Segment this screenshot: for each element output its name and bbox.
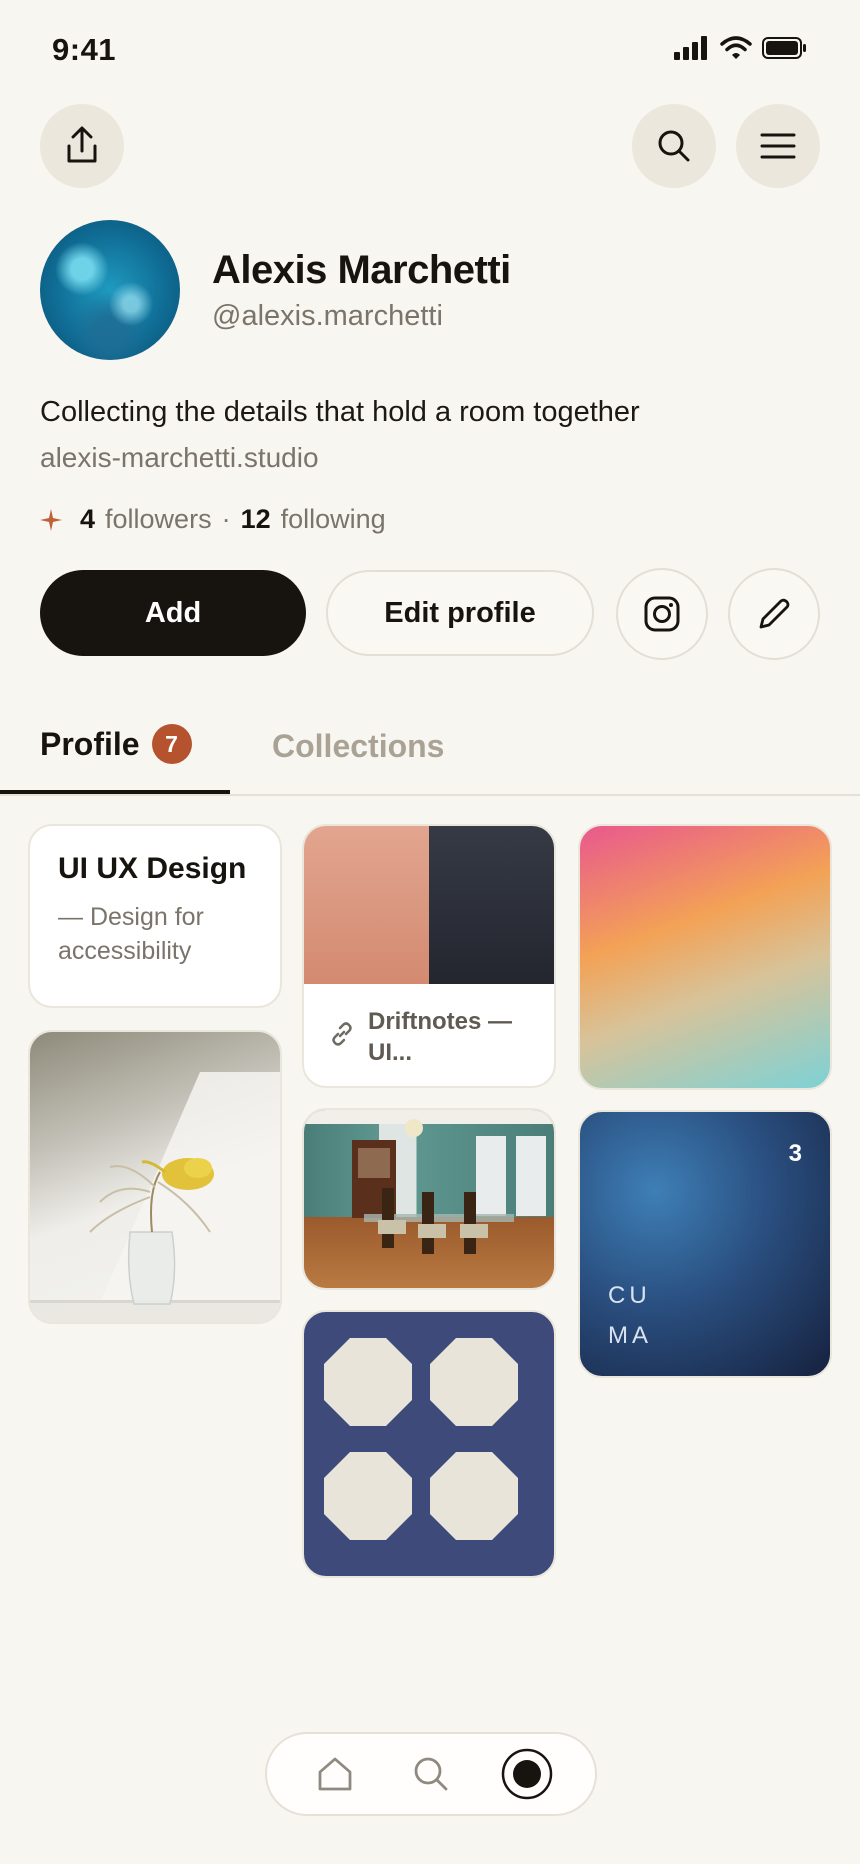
- search-icon: [414, 1757, 448, 1791]
- tab-profile-label: Profile: [40, 725, 140, 762]
- collection-text: CU MA: [608, 1276, 652, 1356]
- collection-text-line1: CU: [608, 1282, 651, 1309]
- battery-icon: [762, 37, 806, 59]
- pencil-icon: [759, 598, 790, 629]
- nav-search[interactable]: [401, 1744, 461, 1804]
- link-card-label: Driftnotes — UI...: [368, 1008, 512, 1066]
- share-icon: [67, 126, 97, 163]
- following-label[interactable]: following: [281, 504, 386, 535]
- tab-collections[interactable]: Collections: [272, 728, 444, 765]
- home-icon: [318, 1757, 352, 1791]
- dining-room-image-card[interactable]: [302, 1108, 556, 1290]
- profile-name: Alexis Marchetti: [212, 248, 511, 292]
- octagon-pattern-card[interactable]: [302, 1310, 556, 1578]
- edit-profile-button[interactable]: Edit profile: [326, 570, 594, 656]
- octagon-pattern: [324, 1338, 518, 1540]
- stats-separator: ·: [221, 504, 231, 534]
- collection-count: 3: [788, 1140, 802, 1167]
- menu-button[interactable]: [736, 104, 820, 188]
- profile-handle: @alexis.marchetti: [212, 300, 443, 332]
- profile-bio: Collecting the details that hold a room …: [40, 396, 640, 428]
- flower-vase-image: [30, 1072, 280, 1322]
- tab-profile[interactable]: Profile 7: [40, 724, 192, 764]
- instagram-button[interactable]: [616, 568, 708, 660]
- tab-divider: [0, 794, 860, 796]
- flower-vase-image-card[interactable]: [28, 1030, 282, 1324]
- wifi-icon: [720, 36, 752, 59]
- followers-count[interactable]: 4: [80, 504, 95, 535]
- following-count[interactable]: 12: [241, 504, 271, 535]
- signal-icon: [674, 36, 707, 60]
- color-swatch-preview: [304, 826, 554, 984]
- text-card[interactable]: UI UX Design — Design for accessibility: [28, 824, 282, 1008]
- sparkle-icon: [40, 508, 62, 531]
- swatch-peach: [304, 826, 429, 984]
- bottom-nav: [265, 1732, 597, 1816]
- link-icon: [332, 1022, 352, 1046]
- edit-pencil-button[interactable]: [728, 568, 820, 660]
- search-button[interactable]: [632, 104, 716, 188]
- text-card-subtitle: — Design for accessibility: [58, 903, 204, 965]
- add-button[interactable]: Add: [40, 570, 306, 656]
- nav-profile[interactable]: [497, 1744, 557, 1804]
- tab-active-indicator: [0, 790, 230, 794]
- collection-card[interactable]: 3 CU MA: [578, 1110, 832, 1378]
- search-icon: [658, 130, 690, 162]
- link-card[interactable]: Driftnotes — UI...: [302, 824, 556, 1088]
- avatar[interactable]: [40, 220, 180, 360]
- instagram-icon: [644, 596, 680, 632]
- collection-text-line2: MA: [608, 1322, 652, 1349]
- swatch-charcoal: [429, 826, 554, 984]
- status-time: 9:41: [52, 32, 117, 67]
- nav-home[interactable]: [305, 1744, 365, 1804]
- share-button[interactable]: [40, 104, 124, 188]
- status-icons: [674, 36, 808, 60]
- text-card-title: UI UX Design: [58, 852, 247, 885]
- followers-label[interactable]: followers: [105, 504, 212, 535]
- tab-profile-badge: 7: [151, 724, 192, 764]
- dining-room-image: [304, 1110, 554, 1254]
- gradient-card[interactable]: [578, 824, 832, 1090]
- menu-icon: [760, 133, 796, 159]
- profile-website-link[interactable]: alexis-marchetti.studio: [40, 442, 319, 474]
- profile-icon: [501, 1748, 553, 1800]
- link-card-footer: Driftnotes — UI...: [304, 984, 554, 1086]
- follow-stats: 4 followers · 12 following: [40, 504, 386, 535]
